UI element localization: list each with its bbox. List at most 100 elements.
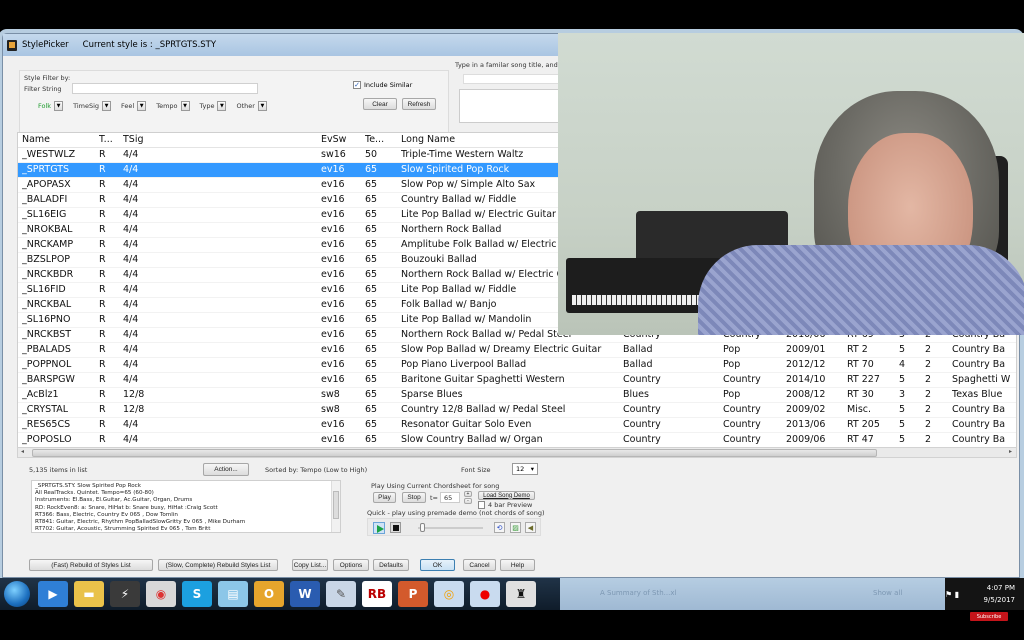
chevron-down-icon[interactable]: ▼	[54, 101, 64, 111]
notepad-icon[interactable]: ▤	[218, 581, 248, 607]
chevron-down-icon[interactable]: ▼	[257, 101, 267, 111]
tempo-input[interactable]: 65	[440, 492, 460, 503]
memo-line: RT702: Guitar, Acoustic, Strumming Spiri…	[35, 526, 211, 533]
chrome-icon[interactable]: ◉	[146, 581, 176, 607]
stop-icon[interactable]	[390, 522, 401, 533]
skype-icon[interactable]: S	[182, 581, 212, 607]
stop-button[interactable]: Stop	[402, 492, 426, 503]
chevron-down-icon[interactable]: ▼	[137, 101, 147, 111]
table-row[interactable]: _POPPNOL R 4/4 ev16 65 Pop Piano Liverpool Ba…	[18, 358, 1016, 373]
media-player-icon[interactable]: ▶	[38, 581, 68, 607]
scrollbar-thumb[interactable]	[32, 449, 877, 457]
scroll-right-icon[interactable]: ▸	[1009, 448, 1012, 455]
filter-timesig[interactable]: TimeSig ▼	[73, 101, 112, 111]
filter-tempo[interactable]: Tempo ▼	[156, 101, 190, 111]
defaults-button[interactable]: Defaults	[373, 559, 409, 571]
horizontal-scrollbar[interactable]: ◂ ▸	[17, 447, 1017, 458]
table-row[interactable]: _POPOSLO R 4/4 ev16 65 Slow Country Ballad w/…	[18, 433, 1016, 448]
cell-evsw: sw8	[321, 389, 340, 400]
column-header-tempo[interactable]: Te...	[365, 134, 400, 145]
help-button[interactable]: Help	[500, 559, 535, 571]
flag-icon[interactable]: ⚑ ▮	[945, 590, 959, 599]
cell-long: Resonator Guitar Solo Even	[401, 419, 532, 430]
cell-rt: RT 47	[847, 434, 874, 445]
cell-last: Country Ba	[952, 359, 1006, 370]
subscribe-badge[interactable]: Subscribe	[970, 612, 1008, 621]
start-button[interactable]	[4, 581, 30, 607]
loop-icon[interactable]: ⟲	[494, 522, 505, 533]
tempo-increase-button[interactable]: +	[464, 491, 472, 497]
clock-date[interactable]: 9/5/2017	[984, 596, 1015, 604]
position-slider[interactable]	[418, 527, 483, 529]
song-title-results[interactable]	[459, 89, 563, 123]
memo-scrollbar-thumb[interactable]	[333, 491, 339, 519]
cell-b: 2	[925, 434, 932, 445]
cell-type: Pop	[723, 344, 741, 355]
paint-icon[interactable]: ✎	[326, 581, 356, 607]
cell-te: 50	[365, 149, 378, 160]
clear-button[interactable]: Clear	[363, 98, 397, 110]
table-row[interactable]: _BARSPGW R 4/4 ev16 65 Baritone Guitar Spaghe…	[18, 373, 1016, 388]
outlook-icon[interactable]: O	[254, 581, 284, 607]
column-header-evsw[interactable]: EvSw	[321, 134, 361, 145]
ok-button[interactable]: OK	[420, 559, 455, 571]
play-icon[interactable]	[373, 522, 385, 534]
cell-t: R	[99, 359, 106, 370]
cell-a: 5	[899, 419, 906, 430]
filter-folk[interactable]: Folk ▼	[38, 101, 64, 111]
filter-feel[interactable]: Feel ▼	[121, 101, 147, 111]
filter-string-input[interactable]	[72, 83, 258, 94]
song-title-input[interactable]	[463, 74, 563, 84]
column-header-name[interactable]: Name	[22, 134, 96, 145]
cell-name: _SL16EIG	[22, 209, 67, 220]
cancel-button[interactable]: Cancel	[463, 559, 496, 571]
filter-other[interactable]: Other ▼	[236, 101, 267, 111]
band-in-a-box-icon[interactable]: RB	[362, 581, 392, 607]
tempo-decrease-button[interactable]: -	[464, 498, 472, 504]
include-similar-checkbox[interactable]: ✓ Include Similar	[353, 81, 412, 89]
cell-name: _BARSPGW	[22, 374, 75, 385]
table-row[interactable]: _AcBlz1 R 12/8 sw8 65 Sparse Blues Blues Pop 200…	[18, 388, 1016, 403]
style-memo[interactable]: _SPRTGTS.STY. Slow Spirited Pop Rock All …	[31, 480, 341, 533]
action-button[interactable]: Action...	[203, 463, 249, 476]
filter-type[interactable]: Type ▼	[200, 101, 227, 111]
table-row[interactable]: _PBALADS R 4/4 ev16 65 Slow Pop Ballad w/ Dre…	[18, 343, 1016, 358]
checkmark-icon[interactable]: ✓	[353, 81, 361, 89]
cell-t: R	[99, 329, 106, 340]
table-row[interactable]: _CRYSTAL R 12/8 sw8 65 Country 12/8 Ballad w/…	[18, 403, 1016, 418]
refresh-button[interactable]: Refresh	[402, 98, 436, 110]
taskbar-task-text[interactable]: A Summary of Sth...xl	[600, 589, 676, 597]
column-header-tsig[interactable]: TSig	[123, 134, 313, 145]
play-button[interactable]: Play	[373, 492, 396, 503]
four-bar-preview-checkbox[interactable]: 4 bar Preview	[478, 501, 532, 509]
volume-icon[interactable]: ◀	[525, 522, 536, 533]
winamp-icon[interactable]: ⚡	[110, 581, 140, 607]
memo-line: _SPRTGTS.STY. Slow Spirited Pop Rock	[35, 483, 141, 489]
chevron-down-icon[interactable]: ▼	[102, 101, 112, 111]
cell-tsig: 4/4	[123, 254, 139, 265]
table-row[interactable]: _RES65CS R 4/4 ev16 65 Resonator Guitar Solo …	[18, 418, 1016, 433]
load-song-demo-button[interactable]: Load Song Demo	[478, 491, 535, 500]
font-size-select[interactable]: 12 ▾	[512, 463, 538, 475]
style-filter-label: Style Filter by:	[24, 74, 71, 82]
powerpoint-icon[interactable]: P	[398, 581, 428, 607]
clock-time[interactable]: 4:07 PM	[987, 584, 1015, 592]
image-icon[interactable]: ▨	[510, 522, 521, 533]
word-icon[interactable]: W	[290, 581, 320, 607]
record-icon[interactable]: ●	[470, 581, 500, 607]
column-header-type[interactable]: T...	[99, 134, 119, 145]
slider-thumb[interactable]	[420, 523, 425, 532]
stylepicker-icon[interactable]: ♜	[506, 581, 536, 607]
chevron-down-icon[interactable]: ▼	[217, 101, 227, 111]
scroll-left-icon[interactable]: ◂	[21, 448, 24, 455]
options-button[interactable]: Options	[333, 559, 369, 571]
file-explorer-icon[interactable]: ▬	[74, 581, 104, 607]
copy-list-button[interactable]: Copy List...	[292, 559, 328, 571]
fast-rebuild-button[interactable]: (Fast) Rebuild of Styles List	[29, 559, 153, 571]
show-all-link[interactable]: Show all	[873, 589, 902, 597]
audacity-icon[interactable]: ◎	[434, 581, 464, 607]
memo-scrollbar[interactable]	[331, 481, 340, 532]
slow-rebuild-button[interactable]: (Slow, Complete) Rebuild Styles List	[158, 559, 278, 571]
chevron-down-icon[interactable]: ▼	[180, 101, 190, 111]
checkbox-icon[interactable]	[478, 501, 485, 509]
